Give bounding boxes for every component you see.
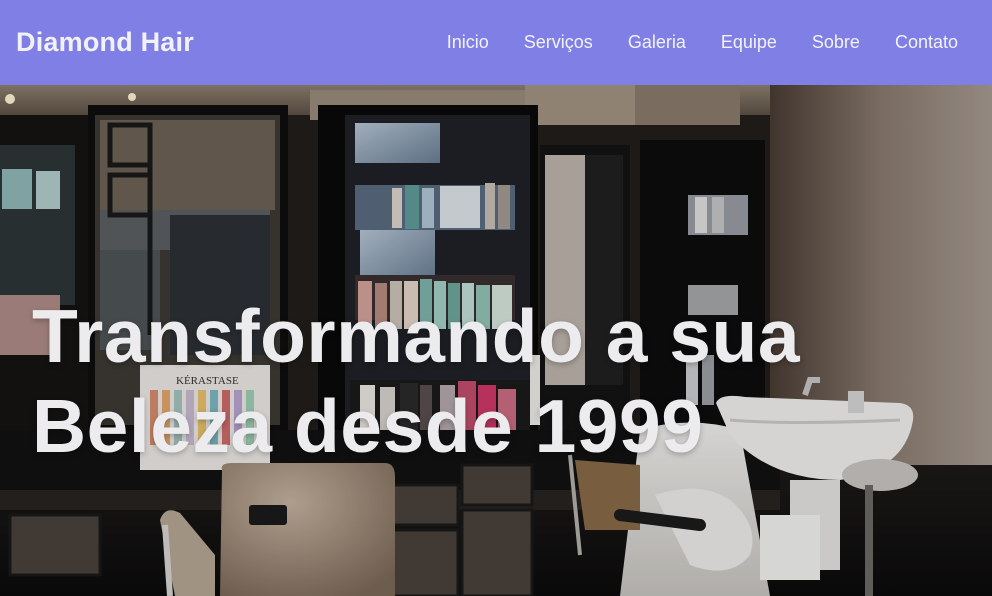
main-nav: Inicio Serviços Galeria Equipe Sobre Con… [412,32,958,53]
nav-link-inicio[interactable]: Inicio [447,32,489,53]
nav-link-equipe[interactable]: Equipe [721,32,777,53]
nav-link-sobre[interactable]: Sobre [812,32,860,53]
brand-logo-link[interactable]: Diamond Hair [16,27,194,58]
hero-headline: Transformando a sua Beleza desde 1999 [32,294,801,468]
top-navbar: Diamond Hair Inicio Serviços Galeria Equ… [0,0,992,85]
hero-section: KÉRASTASE [0,85,992,596]
nav-link-contato[interactable]: Contato [895,32,958,53]
nav-link-galeria[interactable]: Galeria [628,32,686,53]
nav-link-servicos[interactable]: Serviços [524,32,593,53]
